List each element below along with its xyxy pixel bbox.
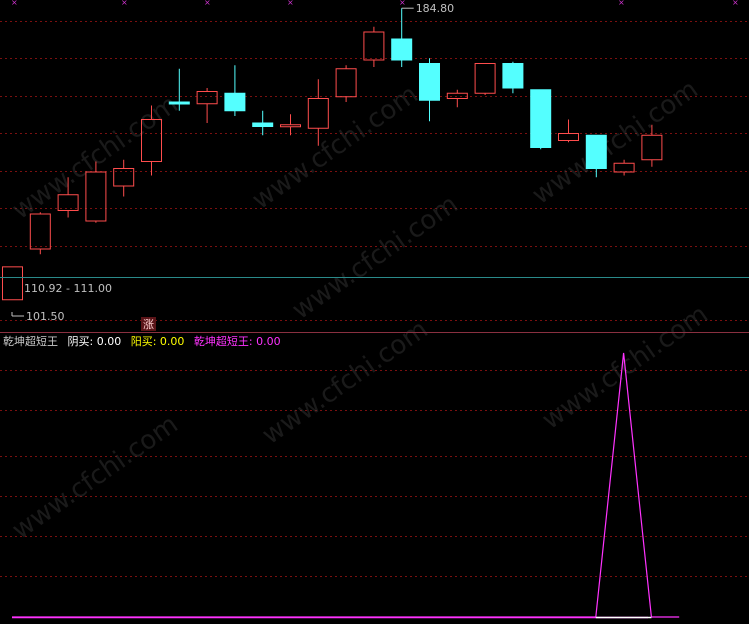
candle (530, 89, 552, 150)
top-mark: × (618, 0, 625, 7)
candle-body (391, 38, 413, 61)
indicator-legend: 乾坤超短王 阴买: 0.00 阳买: 0.00 乾坤超短王: 0.00 (3, 334, 281, 348)
low-price-label: 101.50 (26, 310, 65, 323)
candle-body (224, 92, 246, 112)
candle-body (558, 133, 579, 141)
candle (280, 114, 301, 136)
low-price-marker: 101.50 (11, 310, 65, 323)
stock-chart: www.cfchi.com www.cfchi.com www.cfchi.comw… (0, 0, 749, 619)
watermark-text: www.cfchi.com (257, 314, 434, 450)
high-price-label: 184.80 (416, 2, 455, 15)
candle (419, 58, 440, 122)
candle-body (196, 91, 218, 105)
candle-body (280, 124, 301, 128)
candle-body (446, 92, 468, 99)
range-price-label: 110.92 - 111.00 (24, 282, 112, 295)
candle-body (585, 134, 607, 169)
legend-yinmai: 阴买: 0.00 (68, 335, 122, 348)
top-mark: × (204, 0, 211, 7)
candle (252, 110, 274, 136)
candle-body (29, 213, 51, 250)
candle-body (168, 101, 190, 105)
watermark-text: www.cfchi.com (287, 189, 464, 325)
candle-body (474, 63, 496, 94)
candle (446, 89, 468, 108)
candle (335, 65, 357, 102)
candle (196, 88, 218, 123)
candle-body (613, 162, 635, 173)
watermark-text: www.cfchi.com (247, 79, 424, 215)
candle (168, 68, 190, 111)
candle (502, 61, 524, 94)
top-markers: × × × × × × × (11, 0, 739, 7)
candle-body (335, 68, 357, 98)
candle-body (502, 63, 524, 89)
candle (113, 159, 135, 197)
top-mark: × (11, 0, 18, 7)
candle-body (252, 122, 274, 127)
legend-yangmai: 阳买: 0.00 (131, 335, 185, 348)
watermark-text: www.cfchi.com (7, 409, 184, 545)
candle-body (2, 266, 23, 301)
candle (2, 266, 23, 301)
top-mark: × (121, 0, 128, 7)
candle (363, 26, 385, 67)
signal-badge: 涨 (141, 317, 156, 331)
watermark-text: www.cfchi.com (527, 74, 704, 210)
signal-badge-text: 涨 (143, 318, 154, 331)
candle-body (307, 98, 329, 129)
candle (391, 8, 413, 67)
candle (474, 63, 496, 95)
legend-name: 乾坤超短王 (3, 334, 58, 348)
candle-body (363, 31, 385, 61)
top-mark: × (732, 0, 739, 7)
legend-main: 乾坤超短王: 0.00 (194, 334, 281, 348)
candle (613, 159, 635, 176)
candle-body (530, 89, 552, 148)
watermark-layer: www.cfchi.com www.cfchi.com www.cfchi.comw… (7, 74, 714, 545)
candle (224, 65, 246, 116)
candle-body (419, 63, 440, 101)
watermark-text: www.cfchi.com (7, 89, 184, 225)
high-price-marker: 184.80 (401, 2, 455, 15)
top-mark: × (399, 0, 406, 7)
top-mark: × (287, 0, 294, 7)
candle (558, 119, 579, 143)
